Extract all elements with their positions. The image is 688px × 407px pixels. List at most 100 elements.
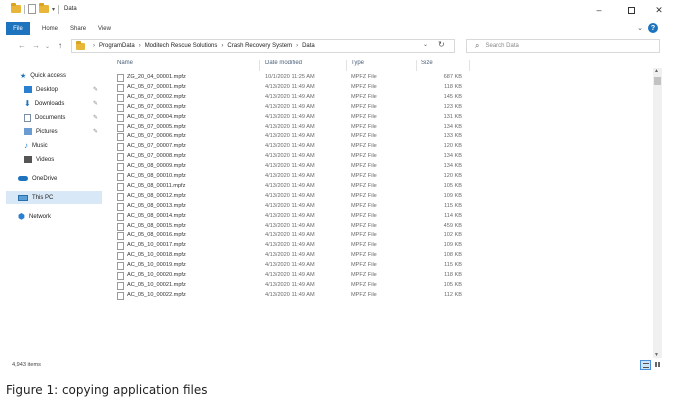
maximize-button[interactable] [616, 3, 646, 17]
sidebar-item-desktop[interactable]: Desktop ✎ [6, 83, 102, 96]
sidebar-item-this-pc[interactable]: This PC [6, 191, 102, 204]
table-row[interactable]: AC_05_07_00001.mpfz 4/13/2020 11:49 AM MPF… [109, 83, 657, 93]
column-header-size[interactable]: Size [421, 60, 433, 72]
table-row[interactable]: AC_05_08_00010.mpfz 4/13/2020 11:49 AM MPF… [109, 172, 657, 182]
large-icons-view-button[interactable] [653, 360, 664, 370]
file-type: MPFZ File [351, 272, 377, 278]
customize-toolbar-icon[interactable]: ▾ [52, 6, 55, 13]
file-icon [117, 252, 124, 261]
column-header-name[interactable]: Name [117, 60, 133, 72]
scroll-down-icon[interactable]: ▼ [654, 352, 659, 358]
breadcrumb-separator[interactable]: › [221, 43, 223, 49]
table-row[interactable]: AC_05_10_00019.mpfz 4/13/2020 11:49 AM MPF… [109, 261, 657, 271]
sidebar-item-quick-access[interactable]: ★ Quick access [6, 69, 102, 82]
expand-ribbon-icon[interactable]: ⌄ [637, 24, 643, 32]
file-type: MPFZ File [351, 173, 377, 179]
details-view-icon [643, 363, 649, 368]
table-row[interactable]: ZG_20_04_00001.mpfz 10/1/2020 11:25 AM MPF… [109, 73, 657, 83]
onedrive-icon [18, 176, 28, 181]
table-row[interactable]: AC_05_07_00005.mpfz 4/13/2020 11:49 AM MPF… [109, 123, 657, 133]
sidebar-item-documents[interactable]: Documents ✎ [6, 111, 102, 124]
breadcrumb-separator[interactable]: › [139, 43, 141, 49]
file-date-modified: 4/13/2020 11:49 AM [265, 123, 315, 130]
status-item-count: 4,943 items [12, 362, 41, 368]
breadcrumb-moditech[interactable]: Moditech Rescue Solutions [145, 43, 218, 49]
table-row[interactable]: AC_05_10_00022.mpfz 4/13/2020 11:49 AM MPF… [109, 291, 657, 301]
table-row[interactable]: AC_05_08_00013.mpfz 4/13/2020 11:49 AM MPF… [109, 202, 657, 212]
address-dropdown-button[interactable]: ⌄ [423, 41, 428, 48]
file-type: MPFZ File [351, 143, 377, 150]
help-icon[interactable]: ? [648, 23, 658, 33]
sidebar-item-videos[interactable]: Videos [6, 153, 102, 166]
table-row[interactable]: AC_05_07_00008.mpfz 4/13/2020 11:49 AM MPF… [109, 152, 657, 162]
file-name: AC_05_08_00012.mpfz [127, 192, 186, 199]
sidebar-item-onedrive[interactable]: OneDrive [6, 172, 102, 185]
sidebar-item-pictures[interactable]: Pictures ✎ [6, 125, 102, 138]
sidebar-item-music[interactable]: ♪ Music [6, 139, 102, 152]
search-input[interactable]: ⌕ Search Data [466, 39, 660, 53]
breadcrumb-separator[interactable]: › [296, 43, 298, 49]
file-type: MPFZ File [351, 202, 377, 209]
file-type: MPFZ File [351, 281, 377, 288]
tab-share[interactable]: Share [70, 26, 86, 32]
column-divider[interactable] [259, 60, 260, 71]
table-row[interactable]: AC_05_10_00018.mpfz 4/13/2020 11:49 AM MPF… [109, 251, 657, 261]
close-button[interactable]: ✕ [644, 3, 674, 17]
table-row[interactable]: AC_05_08_00012.mpfz 4/13/2020 11:49 AM MPF… [109, 192, 657, 202]
navigation-pane: ★ Quick access Desktop ✎ ⬇ Downloads ✎ D… [6, 60, 102, 350]
table-row[interactable]: AC_05_10_00020.mpfz 4/13/2020 11:49 AM MPF… [109, 271, 657, 281]
breadcrumb-crash-recovery[interactable]: Crash Recovery System [227, 43, 292, 49]
vertical-scrollbar[interactable]: ▲ ▼ [653, 68, 662, 358]
table-row[interactable]: AC_05_07_00007.mpfz 4/13/2020 11:49 AM MPF… [109, 142, 657, 152]
refresh-button[interactable]: ↻ [438, 40, 445, 49]
breadcrumb-data[interactable]: Data [302, 43, 315, 49]
back-button[interactable]: ← [18, 41, 26, 50]
scroll-up-icon[interactable]: ▲ [654, 68, 659, 74]
column-divider[interactable] [469, 60, 470, 71]
column-divider[interactable] [346, 60, 347, 71]
table-row[interactable]: AC_05_07_00004.mpfz 4/13/2020 11:49 AM MPF… [109, 113, 657, 123]
sidebar-item-network[interactable]: ⬢ Network [6, 210, 102, 223]
table-row[interactable]: AC_05_07_00006.mpfz 4/13/2020 11:49 AM MPF… [109, 132, 657, 142]
file-icon [117, 242, 124, 251]
column-header-date-modified[interactable]: Date modified [265, 60, 302, 72]
table-row[interactable]: AC_05_08_00014.mpfz 4/13/2020 11:49 AM MPF… [109, 212, 657, 222]
table-row[interactable]: AC_05_08_00015.mpfz 4/13/2020 11:49 AM MPF… [109, 222, 657, 232]
file-type: MPFZ File [351, 163, 377, 170]
file-name: AC_05_08_00013.mpfz [127, 202, 186, 209]
table-row[interactable]: AC_05_10_00017.mpfz 4/13/2020 11:49 AM MPF… [109, 241, 657, 251]
tab-home[interactable]: Home [42, 26, 58, 32]
sidebar-item-downloads[interactable]: ⬇ Downloads ✎ [6, 97, 102, 110]
table-row[interactable]: AC_05_10_00021.mpfz 4/13/2020 11:49 AM MPF… [109, 281, 657, 291]
column-header-type[interactable]: Type [351, 60, 364, 72]
table-row[interactable]: AC_05_07_00002.mpfz 4/13/2020 11:49 AM MPF… [109, 93, 657, 103]
file-type: MPFZ File [351, 252, 377, 259]
file-icon [117, 173, 124, 181]
scroll-thumb[interactable] [654, 77, 661, 85]
table-row[interactable]: AC_05_08_00009.mpfz 4/13/2020 11:49 AM MPF… [109, 162, 657, 172]
minimize-button[interactable]: – [584, 3, 614, 17]
this-pc-icon [18, 194, 28, 201]
address-bar[interactable]: › ProgramData › Moditech Rescue Solution… [71, 39, 455, 53]
recent-locations-button[interactable]: ⌄ [45, 43, 50, 50]
tab-view[interactable]: View [98, 26, 111, 32]
table-row[interactable]: AC_05_08_00016.mpfz 4/13/2020 11:49 AM MPF… [109, 231, 657, 241]
star-icon: ★ [20, 72, 27, 80]
table-row[interactable]: AC_05_07_00003.mpfz 4/13/2020 11:49 AM MPF… [109, 103, 657, 113]
toolbar-divider [24, 4, 25, 14]
sort-indicator-icon: ^ [185, 60, 187, 62]
file-size: 108 KB [443, 252, 462, 259]
properties-icon[interactable] [28, 4, 36, 14]
forward-button[interactable]: → [32, 41, 40, 50]
column-divider[interactable] [416, 60, 417, 71]
file-type: MPFZ File [351, 222, 377, 229]
new-folder-icon[interactable] [39, 3, 49, 13]
table-row[interactable]: AC_05_08_00011.mpfz 4/13/2020 11:49 AM MPF… [109, 182, 657, 192]
file-icon [117, 93, 124, 102]
details-view-button[interactable] [640, 360, 651, 370]
file-tab[interactable]: File [6, 22, 30, 35]
up-button[interactable]: ↑ [58, 41, 62, 50]
file-name: AC_05_10_00017.mpfz [127, 242, 186, 249]
file-name: AC_05_07_00007.mpfz [127, 143, 186, 150]
breadcrumb-programdata[interactable]: ProgramData [99, 43, 135, 49]
